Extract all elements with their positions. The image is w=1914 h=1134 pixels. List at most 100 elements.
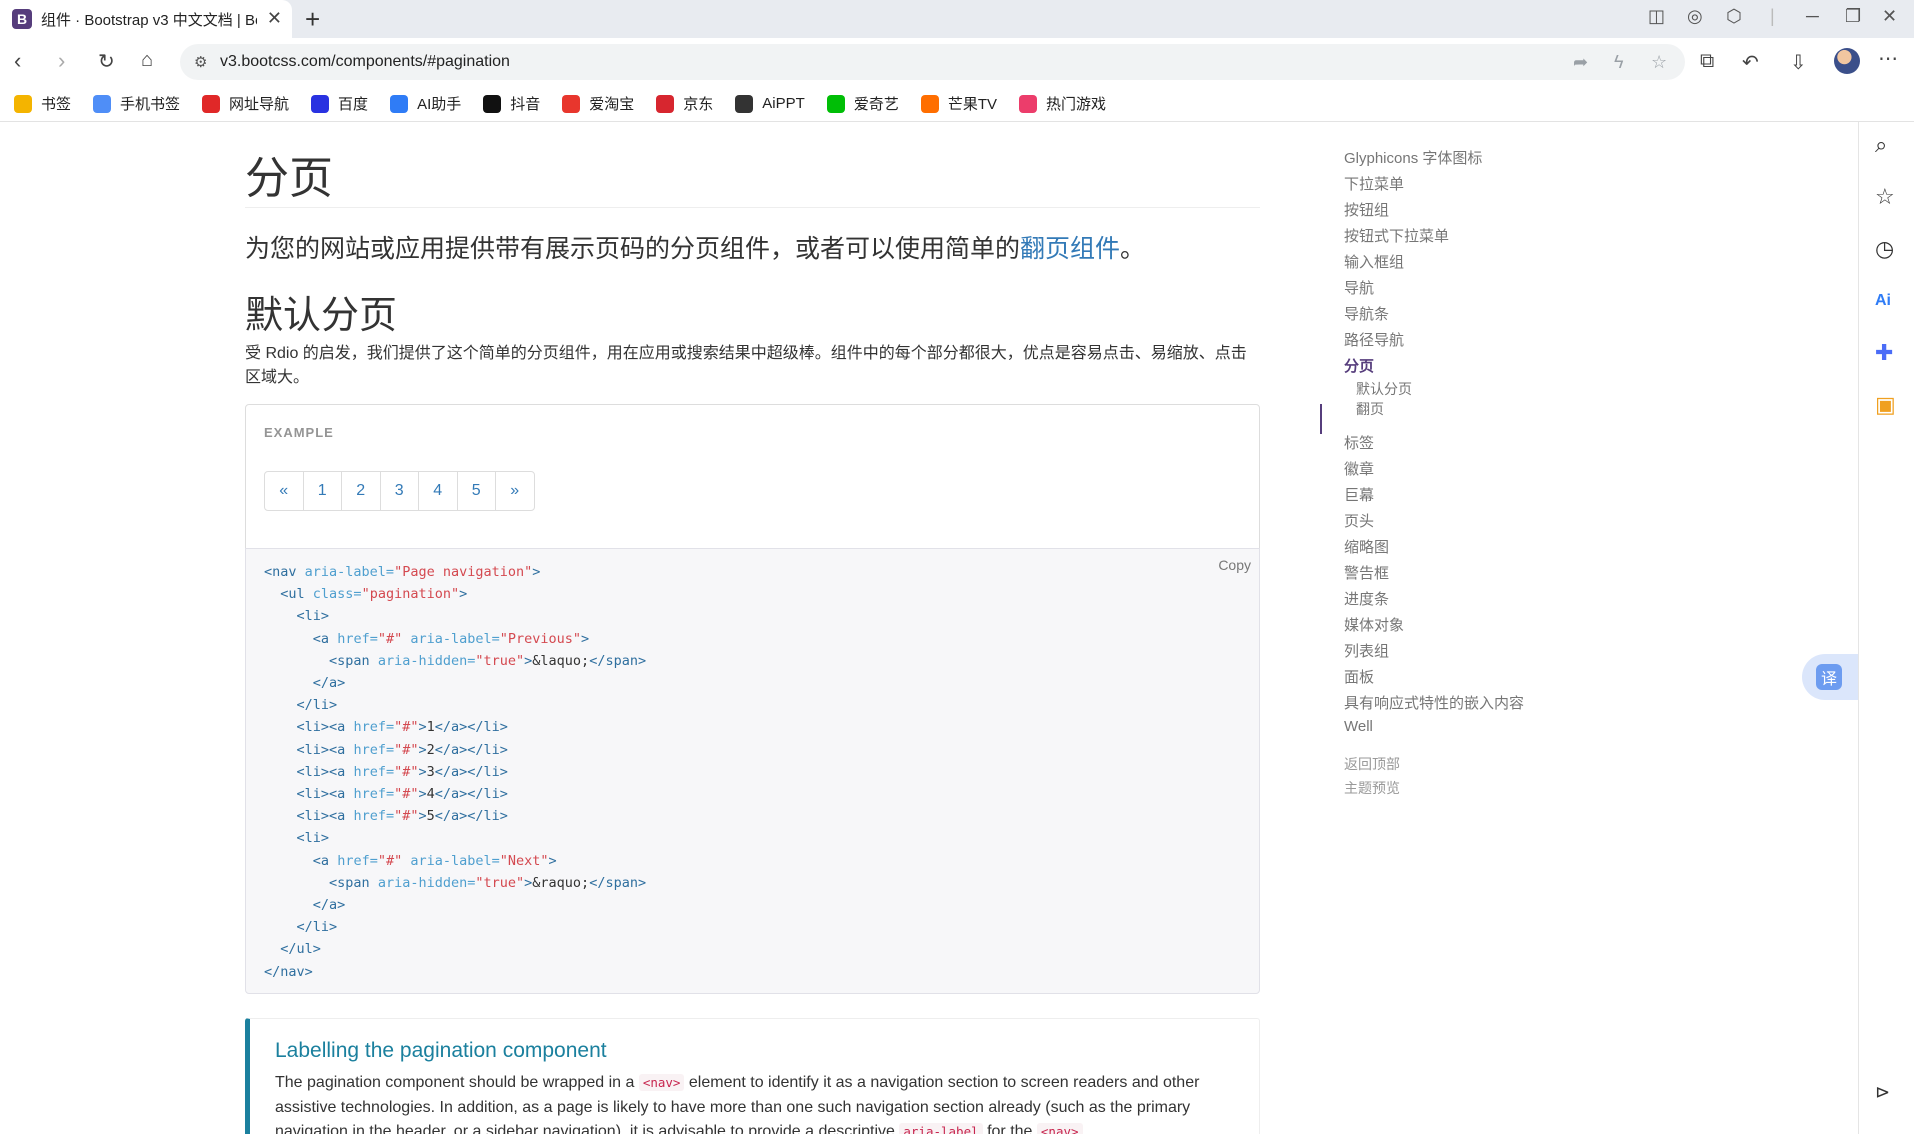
sidenav-item[interactable]: 导航 xyxy=(1344,277,1374,298)
collapse-panel-icon[interactable]: ⊳ xyxy=(1875,1082,1890,1103)
back-icon[interactable]: ‹ xyxy=(14,48,21,74)
incognito-icon[interactable]: ◎ xyxy=(1687,6,1703,27)
pagination-page-2[interactable]: 2 xyxy=(341,471,381,511)
lead-prefix: 为您的网站或应用提供带有展示页码的分页组件，或者可以使用简单的 xyxy=(245,235,1021,263)
bookmark-item[interactable]: 书签 xyxy=(14,93,71,114)
favorites-icon[interactable]: ☆ xyxy=(1875,184,1895,210)
toolbox-icon[interactable]: ▣ xyxy=(1875,392,1896,418)
sidenav-subitem[interactable]: 默认分页 xyxy=(1356,379,1412,399)
new-tab-button[interactable]: + xyxy=(305,4,320,35)
sidenav-item[interactable]: 缩略图 xyxy=(1344,536,1389,557)
translate-button[interactable]: 译 xyxy=(1802,654,1858,700)
bookmark-item[interactable]: 手机书签 xyxy=(93,93,180,114)
pager-link[interactable]: 翻页组件 xyxy=(1020,235,1120,263)
sidenav-item[interactable]: 巨幕 xyxy=(1344,484,1374,505)
sidenav-item[interactable]: 警告框 xyxy=(1344,562,1389,583)
sidenav-item[interactable]: 具有响应式特性的嵌入内容 xyxy=(1344,692,1524,713)
bookmark-item[interactable]: 爱奇艺 xyxy=(826,93,899,114)
sidenav-item[interactable]: 输入框组 xyxy=(1344,251,1404,272)
pagination: « 1 2 3 4 5 » xyxy=(264,471,535,511)
browser-toolbar: ‹ › ↻ ⌂ ⚙ v3.bootcss.com/components/#pag… xyxy=(0,38,1914,86)
pagination-page-3[interactable]: 3 xyxy=(379,471,419,511)
iqiyi-icon xyxy=(826,94,845,113)
bookmark-item[interactable]: 爱淘宝 xyxy=(562,93,634,114)
bookmark-item[interactable]: 百度 xyxy=(311,93,368,114)
restore-icon[interactable]: ❐ xyxy=(1845,6,1861,27)
bookmark-item[interactable]: AI助手 xyxy=(390,93,461,114)
forward-icon[interactable]: › xyxy=(58,48,65,74)
history-icon[interactable]: ◷ xyxy=(1875,236,1894,262)
example-label: EXAMPLE xyxy=(264,425,334,440)
sidebar-toggle-icon[interactable]: ◫ xyxy=(1648,6,1665,27)
sidenav-item[interactable]: 页头 xyxy=(1344,510,1374,531)
close-tab-icon[interactable]: ✕ xyxy=(267,8,282,29)
sidenav-item[interactable]: 媒体对象 xyxy=(1344,614,1404,635)
sidenav-item[interactable]: 按钮式下拉菜单 xyxy=(1344,225,1449,246)
home-icon[interactable]: ⌂ xyxy=(141,49,153,72)
bookmark-item[interactable]: 京东 xyxy=(656,93,713,114)
window-close-icon[interactable]: ✕ xyxy=(1882,6,1897,27)
url-text[interactable]: v3.bootcss.com/components/#pagination xyxy=(220,53,510,71)
sidenav-item[interactable]: 进度条 xyxy=(1344,588,1389,609)
pagination-page-5[interactable]: 5 xyxy=(456,471,496,511)
sidenav-item[interactable]: 导航条 xyxy=(1344,303,1389,324)
jd-icon xyxy=(656,94,675,113)
sidenav-subitem[interactable]: 翻页 xyxy=(1356,399,1384,419)
extensions-puzzle-icon[interactable]: ⧉ xyxy=(1700,50,1714,73)
inline-code-nav-2: <nav> xyxy=(1036,1123,1083,1134)
minimize-icon[interactable]: ─ xyxy=(1806,6,1819,27)
section-description: 受 Rdio 的启发，我们提供了这个简单的分页组件，用在应用或搜索结果中超级棒。… xyxy=(245,345,1247,386)
gamepad-icon[interactable]: ✚ xyxy=(1875,340,1893,366)
pagination-page-1[interactable]: 1 xyxy=(302,471,342,511)
sidenav-item[interactable]: Glyphicons 字体图标 xyxy=(1344,147,1482,168)
sidenav-item[interactable]: Well xyxy=(1344,718,1373,735)
bookmark-item[interactable]: 网址导航 xyxy=(202,93,289,114)
extensions-icon[interactable]: ⬡ xyxy=(1726,6,1742,27)
avatar[interactable] xyxy=(1834,48,1860,74)
title-divider xyxy=(245,207,1260,208)
sidenav-item[interactable]: 路径导航 xyxy=(1344,329,1404,350)
callout-title: Labelling the pagination component xyxy=(275,1039,607,1062)
search-icon[interactable]: ⌕ xyxy=(1875,132,1887,158)
sidenav-item[interactable]: 徽章 xyxy=(1344,458,1374,479)
pagination-next[interactable]: » xyxy=(495,471,535,511)
sidenav-footer-link[interactable]: 返回顶部 xyxy=(1344,754,1400,774)
reload-icon[interactable]: ↻ xyxy=(98,49,115,74)
pagination-previous[interactable]: « xyxy=(264,471,304,511)
bookmark-item[interactable]: 抖音 xyxy=(483,93,540,114)
mango-icon xyxy=(920,94,939,113)
sidenav-item[interactable]: 按钮组 xyxy=(1344,199,1389,220)
section-title: 默认分页 xyxy=(245,295,398,337)
browser-tab-active[interactable]: B 组件 · Bootstrap v3 中文文档 | Bootstrap 中文网… xyxy=(0,0,292,38)
address-bar[interactable]: ⚙ v3.bootcss.com/components/#pagination … xyxy=(180,44,1685,80)
bookmark-item[interactable]: 热门游戏 xyxy=(1019,93,1106,114)
example-box: EXAMPLE « 1 2 3 4 5 » xyxy=(245,404,1260,549)
divider-icon: | xyxy=(1770,6,1775,26)
callout-box: Labelling the pagination component The p… xyxy=(245,1018,1260,1134)
bookmark-star-icon[interactable]: ☆ xyxy=(1651,52,1667,73)
bootstrap-favicon-icon: B xyxy=(12,9,32,29)
more-menu-icon[interactable]: ⋯ xyxy=(1878,46,1898,71)
sidenav-item[interactable]: 下拉菜单 xyxy=(1344,173,1404,194)
ai-assistant-icon[interactable]: Ai xyxy=(1875,292,1891,310)
sidenav-item[interactable]: 面板 xyxy=(1344,666,1374,687)
share-icon[interactable]: ➦ xyxy=(1573,52,1588,73)
undo-history-icon[interactable]: ↶ xyxy=(1742,50,1759,75)
lightning-icon[interactable]: ϟ xyxy=(1614,52,1624,73)
bookmark-item[interactable]: AiPPT xyxy=(735,94,805,113)
phone-bookmark-icon xyxy=(93,94,112,113)
sidenav-item[interactable]: 分页 xyxy=(1344,355,1374,376)
download-icon[interactable]: ⇩ xyxy=(1790,50,1807,75)
active-indicator xyxy=(1320,404,1322,434)
sidenav-item[interactable]: 标签 xyxy=(1344,432,1374,453)
bookmark-label: 爱淘宝 xyxy=(589,96,635,113)
pagination-page-4[interactable]: 4 xyxy=(418,471,458,511)
site-info-icon[interactable]: ⚙ xyxy=(194,53,207,71)
sidenav-item[interactable]: 列表组 xyxy=(1344,640,1389,661)
copy-button[interactable]: Copy xyxy=(1218,557,1251,573)
bookmark-item[interactable]: 芒果TV xyxy=(920,93,997,114)
tab-bar: B 组件 · Bootstrap v3 中文文档 | Bootstrap 中文网… xyxy=(0,0,1914,38)
star-icon xyxy=(14,94,32,113)
bookmark-label: 抖音 xyxy=(510,96,541,113)
sidenav-footer-link[interactable]: 主题预览 xyxy=(1344,778,1400,798)
